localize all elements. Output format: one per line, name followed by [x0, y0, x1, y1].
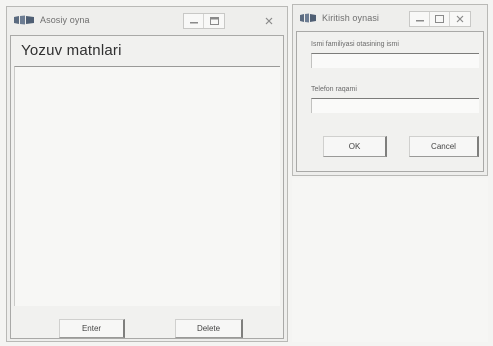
minimize-icon[interactable]: [410, 12, 430, 26]
text-area[interactable]: [14, 66, 280, 306]
app-logo-icon: [13, 15, 35, 25]
full-name-input[interactable]: [312, 57, 479, 72]
full-name-label: Ismi familiyasi otasining ismi: [311, 41, 399, 48]
enter-button[interactable]: Enter: [59, 319, 125, 338]
main-window: Asosiy oyna Yozuv matnlari Enter Delete: [6, 6, 288, 342]
input-panel: Ismi familiyasi otasining ismi Telefon r…: [296, 31, 484, 172]
maximize-icon[interactable]: [430, 12, 450, 26]
input-dialog: Kiritish oynasi Ismi familiyasi otasinin…: [292, 4, 488, 176]
cancel-button[interactable]: Cancel: [409, 136, 479, 157]
input-dialog-title: Kiritish oynasi: [322, 13, 380, 23]
close-icon[interactable]: [450, 12, 470, 26]
phone-field[interactable]: [311, 98, 479, 117]
delete-button[interactable]: Delete: [175, 319, 243, 338]
app-logo-icon: [299, 13, 317, 23]
main-panel: Yozuv matnlari Enter Delete: [10, 35, 284, 339]
maximize-icon[interactable]: [204, 14, 224, 28]
main-window-title: Asosiy oyna: [40, 15, 90, 25]
phone-label: Telefon raqami: [311, 86, 357, 93]
page-title: Yozuv matnlari: [21, 42, 122, 59]
minimize-icon[interactable]: [184, 14, 204, 28]
phone-input[interactable]: [312, 102, 479, 117]
empty-desktop-area: [292, 178, 488, 342]
full-name-field[interactable]: [311, 53, 479, 72]
window-controls: [409, 11, 471, 27]
window-controls: [183, 13, 225, 29]
input-dialog-titlebar[interactable]: Kiritish oynasi: [293, 5, 487, 31]
desktop: Asosiy oyna Yozuv matnlari Enter Delete: [0, 0, 493, 346]
close-icon[interactable]: [259, 14, 279, 28]
main-window-titlebar[interactable]: Asosiy oyna: [7, 7, 287, 33]
ok-button[interactable]: OK: [323, 136, 387, 157]
